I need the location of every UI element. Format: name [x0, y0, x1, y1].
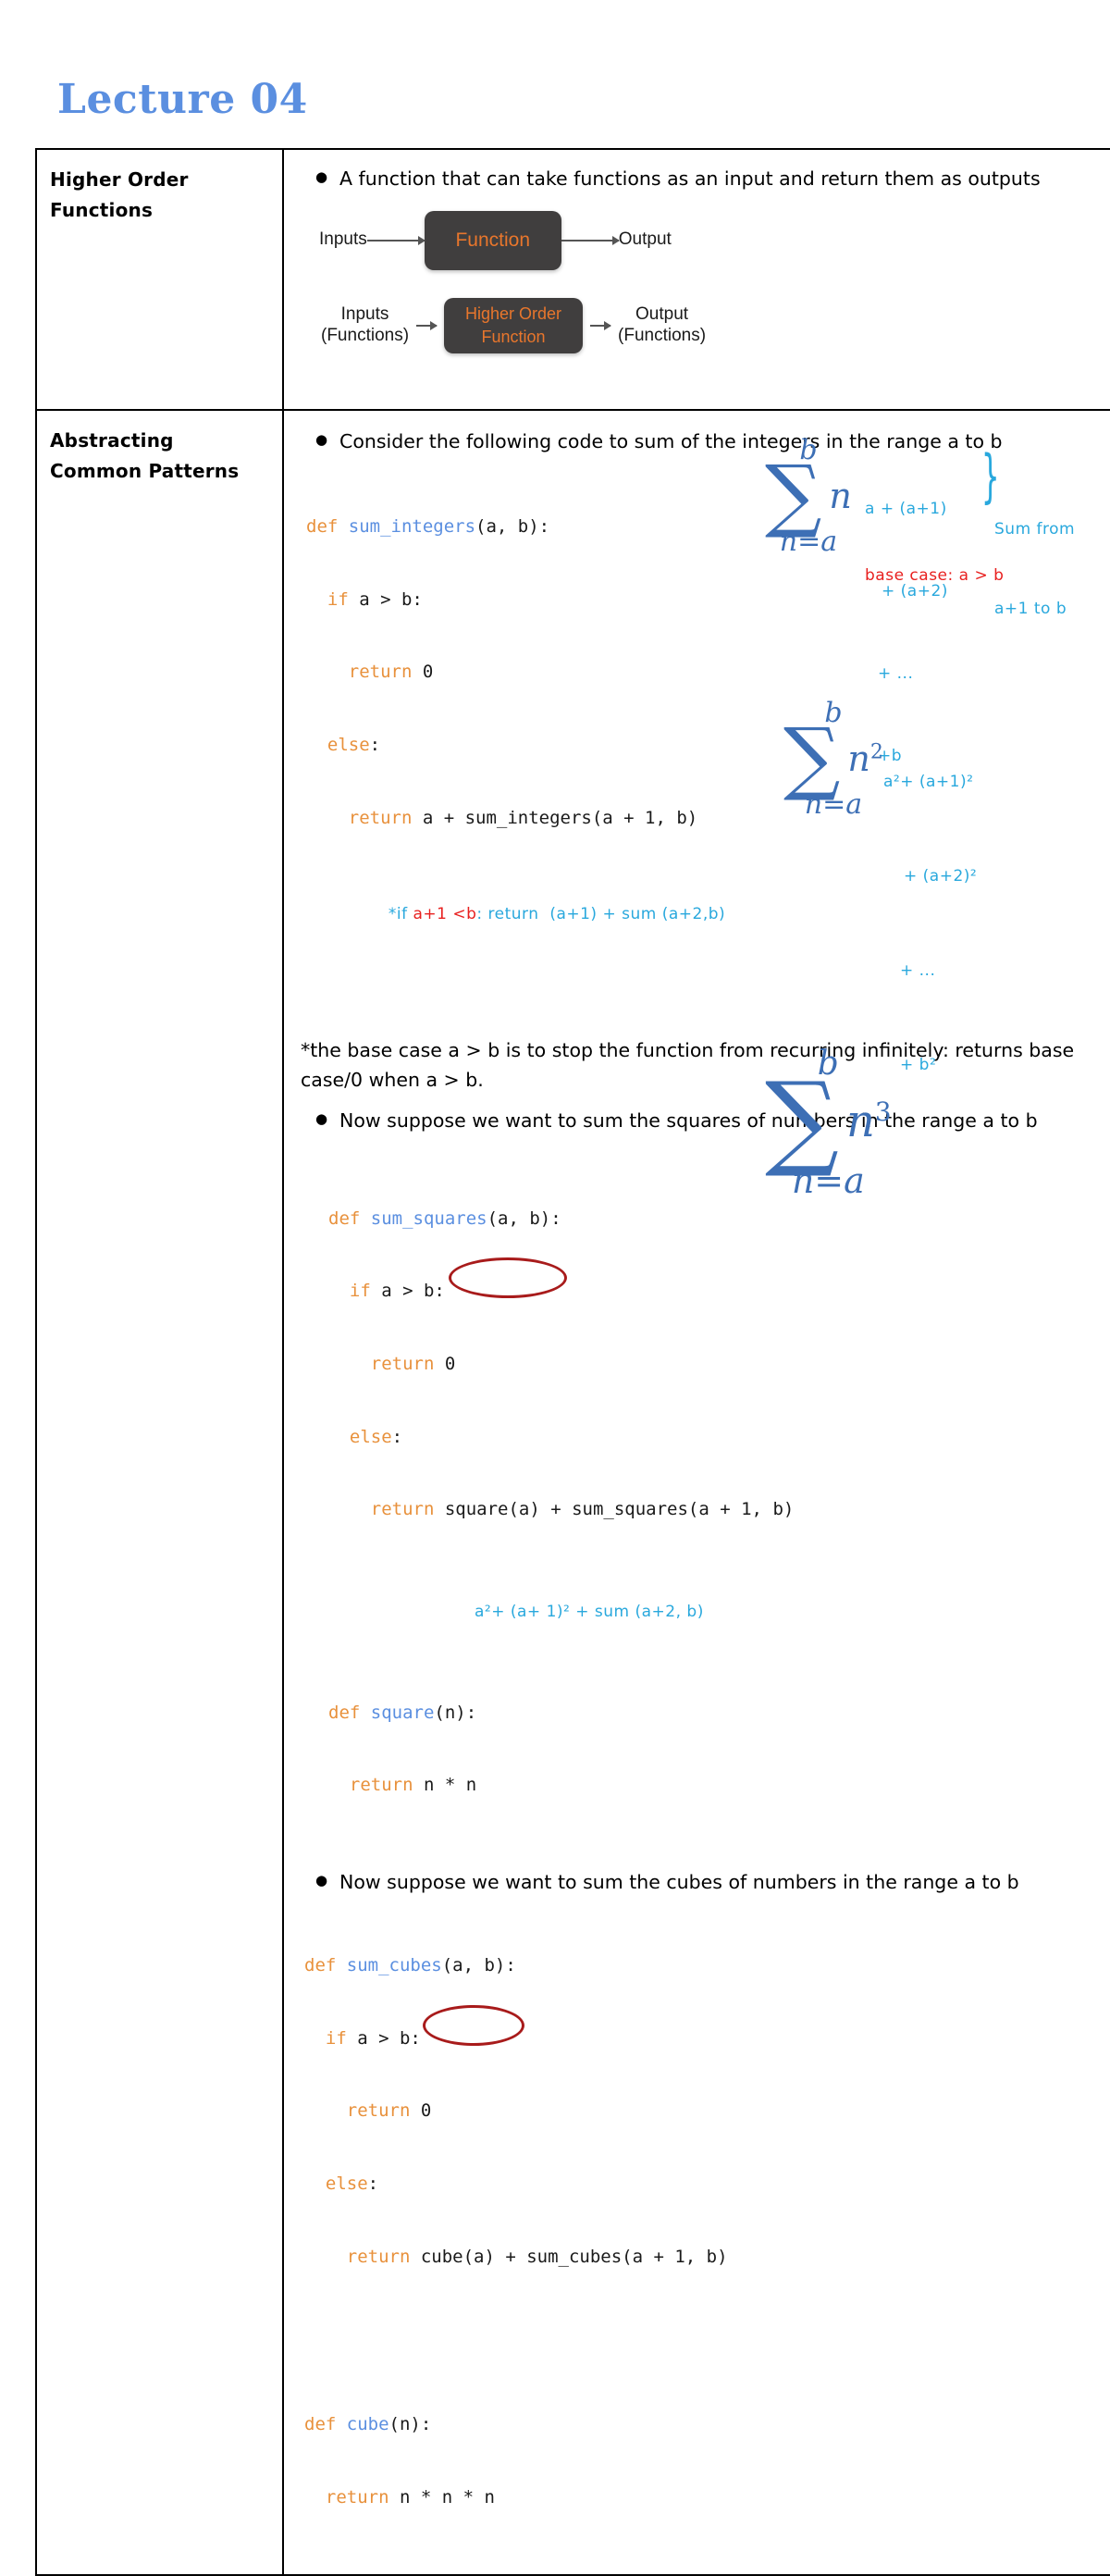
code-line: else:: [304, 2174, 379, 2195]
sigma-icon: ∑: [765, 449, 822, 541]
bullet-text: Now suppose we want to sum the squares o…: [339, 1108, 1038, 1132]
diagram-box-line: Higher Order: [465, 304, 562, 324]
arrow-right-icon: [590, 320, 612, 330]
code-line: def sum_cubes(a, b):: [304, 1955, 516, 1976]
bullet-item: ● Now suppose we want to sum the cubes o…: [315, 1870, 1110, 1896]
hand-red-part: a+1 <b: [413, 904, 477, 923]
diagram-box-higher-order-function: Higher Order Function: [444, 297, 584, 353]
arrow-right-icon: [416, 320, 438, 330]
row-body-higher-order-functions: ● A function that can take functions as …: [282, 148, 1110, 411]
diagram-input-label: Inputs: [340, 303, 389, 324]
function-diagram-simple: Inputs Function Output: [319, 210, 1110, 270]
function-diagram-higher-order: Inputs (Functions) Higher Order Function…: [321, 297, 1110, 353]
diagram-output-label: Output: [635, 303, 689, 324]
code-line: return 0: [306, 662, 434, 683]
code-block-sum-integers: def sum_integers(a, b): if a > b: return…: [306, 466, 1110, 997]
expansion-line: a + (a+1): [865, 499, 947, 518]
expansion-line: + ...: [900, 961, 936, 980]
sigma-icon: ∑: [783, 712, 841, 804]
hand-rest: : return (a+1) + sum (a+2,b): [476, 904, 726, 923]
code-line: return square(a) + sum_squares(a + 1, b): [328, 1499, 795, 1520]
diagram-output-sublabel: (Functions): [618, 325, 707, 345]
arrow-right-icon: [366, 235, 426, 245]
code-line: def sum_squares(a, b):: [328, 1208, 561, 1229]
brace-note-line: a+1 to b: [994, 600, 1067, 619]
diagram-input-sublabel: (Functions): [321, 325, 410, 345]
code-line: def sum_integers(a, b):: [306, 516, 550, 538]
bullet-dot-icon: ●: [315, 1109, 328, 1127]
hand-prefix: *if: [388, 904, 413, 923]
code-block-square: def square(n): return n * n: [328, 1652, 1110, 1846]
base-case-note-paragraph: *the base case a > b is to stop the func…: [301, 1039, 1075, 1091]
diagram-input-group: Inputs (Functions): [321, 304, 409, 347]
code-line: if a > b:: [306, 588, 423, 610]
handwritten-annotation-squares: a²+ (a+ 1)² + sum (a+2, b): [475, 1603, 704, 1622]
bullet-item: ● Now suppose we want to sum the squares…: [315, 1108, 1110, 1134]
summation-cubes: b ∑ n3 n=a: [765, 1047, 892, 1199]
bullet-item: ● A function that can take functions as …: [315, 167, 1110, 192]
summation-integers: b ∑ n n=a: [765, 437, 852, 556]
summation-term: n2: [847, 737, 883, 779]
code-line: return 0: [328, 1354, 456, 1375]
code-line: return n * n * n: [304, 2486, 495, 2508]
notes-table: Higher Order Functions ● A function that…: [35, 148, 1110, 2576]
brace-note-line: Sum from: [994, 519, 1076, 539]
expansion-line: + b²: [900, 1056, 937, 1074]
code-line: def cube(n):: [304, 2414, 432, 2435]
code-line: if a > b:: [304, 2027, 421, 2049]
summation-body: ∑ n: [765, 449, 852, 541]
bullet-text: Now suppose we want to sum the cubes of …: [339, 1870, 1019, 1893]
code-line: else:: [306, 735, 381, 756]
bullet-dot-icon: ●: [315, 168, 328, 185]
summation-base-case-note: base case: a > b: [865, 566, 1005, 585]
code-line: def square(n):: [328, 1702, 477, 1723]
summation-term: n: [829, 475, 852, 516]
summation-squares: b ∑ n2 n=a: [783, 700, 883, 819]
code-line: if a > b:: [328, 1281, 445, 1302]
summation-brace-note: Sum from a+1 to b: [994, 463, 1075, 676]
diagram-output-label: Output: [618, 229, 672, 250]
page-title: Lecture 04: [57, 76, 308, 123]
code-line: return a + sum_integers(a + 1, b): [306, 807, 698, 828]
summation-body: ∑ n3: [765, 1060, 892, 1181]
diagram-output-group: Output (Functions): [618, 304, 706, 347]
diagram-box-function: Function: [424, 210, 561, 270]
expansion-line: a²+ (a+1)²: [883, 773, 974, 791]
table-row: Abstracting Common Patterns ● Consider t…: [35, 408, 1110, 2576]
summation-expansion-squares: a²+ (a+1)² + (a+2)² + ... + b²: [883, 703, 977, 1144]
sigma-icon: ∑: [765, 1060, 839, 1181]
row-label-abstracting-common-patterns: Abstracting Common Patterns: [35, 408, 284, 2576]
bullet-dot-icon: ●: [315, 431, 328, 448]
bullet-text: A function that can take functions as an…: [339, 167, 1041, 190]
code-block-sum-cubes: def sum_cubes(a, b): if a > b: return 0 …: [304, 1905, 1110, 2342]
expansion-line: + ...: [878, 664, 914, 683]
row-body-abstracting-common-patterns: ● Consider the following code to sum of …: [282, 408, 1110, 2576]
diagram-input-label: Inputs: [319, 229, 367, 250]
row-label-higher-order-functions: Higher Order Functions: [35, 148, 284, 411]
summation-body: ∑ n2: [783, 712, 883, 804]
code-line: return n * n: [328, 1775, 477, 1796]
diagram-box-line: Function: [455, 229, 531, 251]
expansion-line: + (a+2)²: [904, 867, 978, 886]
code-line: return cube(a) + sum_cubes(a + 1, b): [304, 2246, 728, 2267]
arrow-right-icon: [561, 235, 620, 245]
diagram-box-line: Function: [481, 327, 546, 346]
handwritten-annotation-integers: *if a+1 <b: return (a+1) + sum (a+2,b): [323, 882, 1110, 947]
summation-term: n3: [845, 1095, 892, 1147]
code-block-cube: def cube(n): return n * n * n: [304, 2364, 1110, 2558]
code-line: return 0: [304, 2100, 432, 2122]
code-block-sum-squares: def sum_squares(a, b): if a > b: return …: [328, 1158, 1110, 1672]
bullet-dot-icon: ●: [315, 1871, 328, 1889]
table-row: Higher Order Functions ● A function that…: [35, 148, 1110, 411]
